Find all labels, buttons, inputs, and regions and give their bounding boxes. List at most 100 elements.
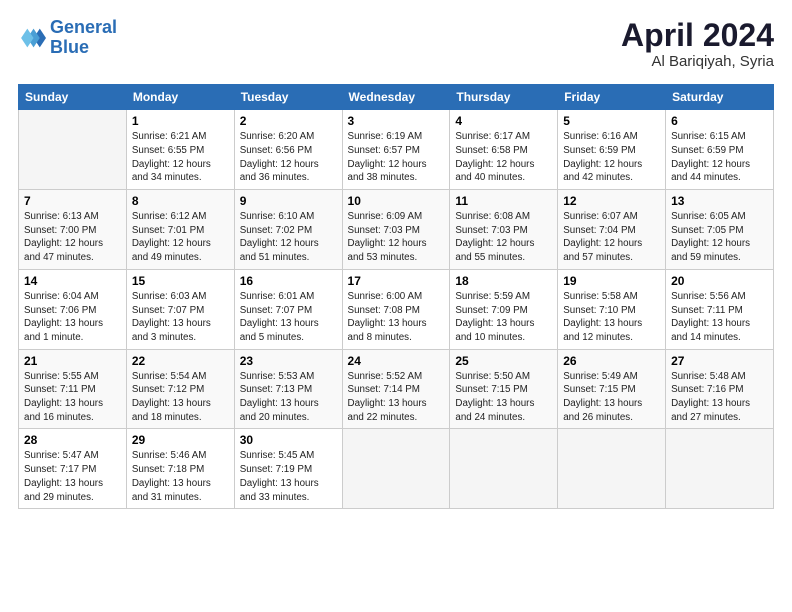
day-info: Sunrise: 6:07 AM Sunset: 7:04 PM Dayligh…	[563, 210, 660, 265]
calendar-cell: 9 Sunrise: 6:10 AM Sunset: 7:02 PM Daylig…	[234, 190, 342, 270]
logo-text: General Blue	[50, 18, 117, 58]
day-number: 1	[132, 114, 229, 128]
day-info: Sunrise: 5:46 AM Sunset: 7:18 PM Dayligh…	[132, 449, 229, 504]
day-info: Sunrise: 6:08 AM Sunset: 7:03 PM Dayligh…	[455, 210, 552, 265]
day-number: 20	[671, 274, 768, 288]
calendar-cell: 28Sunrise: 5:47 AM Sunset: 7:17 PM Dayli…	[19, 429, 127, 509]
calendar-cell: 22 Sunrise: 5:54 AM Sunset: 7:12 PM Dayli…	[126, 349, 234, 429]
calendar-cell: 21Sunrise: 5:55 AM Sunset: 7:11 PM Dayli…	[19, 349, 127, 429]
day-info: Sunrise: 6:12 AM Sunset: 7:01 PM Dayligh…	[132, 210, 229, 265]
calendar-cell	[19, 110, 127, 190]
calendar-cell: 6 Sunrise: 6:15 AM Sunset: 6:59 PM Daylig…	[666, 110, 774, 190]
header-friday: Friday	[558, 85, 666, 110]
day-number: 5	[563, 114, 660, 128]
day-info: Sunrise: 6:05 AM Sunset: 7:05 PM Dayligh…	[671, 210, 768, 265]
day-info: Sunrise: 5:45 AM Sunset: 7:19 PM Dayligh…	[240, 449, 337, 504]
day-number: 10	[348, 194, 445, 208]
calendar-week-row: 21Sunrise: 5:55 AM Sunset: 7:11 PM Dayli…	[19, 349, 774, 429]
day-number: 6	[671, 114, 768, 128]
day-info: Sunrise: 5:54 AM Sunset: 7:12 PM Dayligh…	[132, 370, 229, 425]
header-saturday: Saturday	[666, 85, 774, 110]
calendar-cell: 11 Sunrise: 6:08 AM Sunset: 7:03 PM Dayli…	[450, 190, 558, 270]
calendar-cell: 24Sunrise: 5:52 AM Sunset: 7:14 PM Dayli…	[342, 349, 450, 429]
calendar-cell	[558, 429, 666, 509]
calendar-cell: 29 Sunrise: 5:46 AM Sunset: 7:18 PM Dayli…	[126, 429, 234, 509]
day-number: 29	[132, 433, 229, 447]
calendar-week-row: 28Sunrise: 5:47 AM Sunset: 7:17 PM Dayli…	[19, 429, 774, 509]
calendar-cell	[666, 429, 774, 509]
calendar-header-row: SundayMondayTuesdayWednesdayThursdayFrid…	[19, 85, 774, 110]
logo: General Blue	[18, 18, 117, 58]
day-info: Sunrise: 6:03 AM Sunset: 7:07 PM Dayligh…	[132, 290, 229, 345]
day-info: Sunrise: 6:16 AM Sunset: 6:59 PM Dayligh…	[563, 130, 660, 185]
day-info: Sunrise: 5:53 AM Sunset: 7:13 PM Dayligh…	[240, 370, 337, 425]
logo-line1: General	[50, 17, 117, 37]
day-number: 4	[455, 114, 552, 128]
header-monday: Monday	[126, 85, 234, 110]
calendar-cell: 17 Sunrise: 6:00 AM Sunset: 7:08 PM Dayli…	[342, 269, 450, 349]
day-number: 16	[240, 274, 337, 288]
calendar-cell: 15 Sunrise: 6:03 AM Sunset: 7:07 PM Dayli…	[126, 269, 234, 349]
header-thursday: Thursday	[450, 85, 558, 110]
day-info: Sunrise: 6:01 AM Sunset: 7:07 PM Dayligh…	[240, 290, 337, 345]
header-tuesday: Tuesday	[234, 85, 342, 110]
day-number: 14	[24, 274, 121, 288]
day-number: 17	[348, 274, 445, 288]
calendar-cell: 23 Sunrise: 5:53 AM Sunset: 7:13 PM Dayli…	[234, 349, 342, 429]
day-info: Sunrise: 5:47 AM Sunset: 7:17 PM Dayligh…	[24, 449, 121, 504]
header-sunday: Sunday	[19, 85, 127, 110]
header-wednesday: Wednesday	[342, 85, 450, 110]
day-number: 30	[240, 433, 337, 447]
day-number: 26	[563, 354, 660, 368]
calendar-week-row: 14 Sunrise: 6:04 AM Sunset: 7:06 PM Dayli…	[19, 269, 774, 349]
calendar-cell: 20 Sunrise: 5:56 AM Sunset: 7:11 PM Dayli…	[666, 269, 774, 349]
day-info: Sunrise: 5:52 AM Sunset: 7:14 PM Dayligh…	[348, 370, 445, 425]
day-info: Sunrise: 5:48 AM Sunset: 7:16 PM Dayligh…	[671, 370, 768, 425]
day-number: 25	[455, 354, 552, 368]
day-info: Sunrise: 6:13 AM Sunset: 7:00 PM Dayligh…	[24, 210, 121, 265]
title-block: April 2024 Al Bariqiyah, Syria	[621, 18, 774, 70]
calendar-week-row: 7 Sunrise: 6:13 AM Sunset: 7:00 PM Daylig…	[19, 190, 774, 270]
day-number: 19	[563, 274, 660, 288]
day-number: 15	[132, 274, 229, 288]
calendar-cell: 4 Sunrise: 6:17 AM Sunset: 6:58 PM Daylig…	[450, 110, 558, 190]
day-info: Sunrise: 5:49 AM Sunset: 7:15 PM Dayligh…	[563, 370, 660, 425]
day-number: 9	[240, 194, 337, 208]
calendar-cell: 19Sunrise: 5:58 AM Sunset: 7:10 PM Dayli…	[558, 269, 666, 349]
calendar-cell: 13 Sunrise: 6:05 AM Sunset: 7:05 PM Dayli…	[666, 190, 774, 270]
day-info: Sunrise: 6:10 AM Sunset: 7:02 PM Dayligh…	[240, 210, 337, 265]
day-number: 8	[132, 194, 229, 208]
day-info: Sunrise: 6:00 AM Sunset: 7:08 PM Dayligh…	[348, 290, 445, 345]
day-info: Sunrise: 6:20 AM Sunset: 6:56 PM Dayligh…	[240, 130, 337, 185]
calendar-cell: 5 Sunrise: 6:16 AM Sunset: 6:59 PM Daylig…	[558, 110, 666, 190]
day-number: 23	[240, 354, 337, 368]
calendar-cell	[342, 429, 450, 509]
day-info: Sunrise: 6:04 AM Sunset: 7:06 PM Dayligh…	[24, 290, 121, 345]
day-info: Sunrise: 6:21 AM Sunset: 6:55 PM Dayligh…	[132, 130, 229, 185]
calendar-cell	[450, 429, 558, 509]
day-info: Sunrise: 5:56 AM Sunset: 7:11 PM Dayligh…	[671, 290, 768, 345]
calendar-cell: 7 Sunrise: 6:13 AM Sunset: 7:00 PM Daylig…	[19, 190, 127, 270]
calendar-cell: 14 Sunrise: 6:04 AM Sunset: 7:06 PM Dayli…	[19, 269, 127, 349]
header: General Blue April 2024 Al Bariqiyah, Sy…	[18, 18, 774, 70]
calendar-cell: 26 Sunrise: 5:49 AM Sunset: 7:15 PM Dayli…	[558, 349, 666, 429]
day-number: 13	[671, 194, 768, 208]
day-number: 7	[24, 194, 121, 208]
day-info: Sunrise: 6:19 AM Sunset: 6:57 PM Dayligh…	[348, 130, 445, 185]
calendar-cell: 3 Sunrise: 6:19 AM Sunset: 6:57 PM Daylig…	[342, 110, 450, 190]
day-info: Sunrise: 6:09 AM Sunset: 7:03 PM Dayligh…	[348, 210, 445, 265]
page-container: General Blue April 2024 Al Bariqiyah, Sy…	[0, 0, 792, 519]
calendar-cell: 25Sunrise: 5:50 AM Sunset: 7:15 PM Dayli…	[450, 349, 558, 429]
calendar-cell: 18Sunrise: 5:59 AM Sunset: 7:09 PM Dayli…	[450, 269, 558, 349]
day-info: Sunrise: 6:17 AM Sunset: 6:58 PM Dayligh…	[455, 130, 552, 185]
calendar-week-row: 1 Sunrise: 6:21 AM Sunset: 6:55 PM Daylig…	[19, 110, 774, 190]
day-number: 2	[240, 114, 337, 128]
day-info: Sunrise: 6:15 AM Sunset: 6:59 PM Dayligh…	[671, 130, 768, 185]
day-number: 3	[348, 114, 445, 128]
logo-line2: Blue	[50, 37, 89, 57]
day-number: 11	[455, 194, 552, 208]
calendar-cell: 12Sunrise: 6:07 AM Sunset: 7:04 PM Dayli…	[558, 190, 666, 270]
month-title: April 2024	[621, 18, 774, 53]
calendar-cell: 2 Sunrise: 6:20 AM Sunset: 6:56 PM Daylig…	[234, 110, 342, 190]
day-number: 22	[132, 354, 229, 368]
